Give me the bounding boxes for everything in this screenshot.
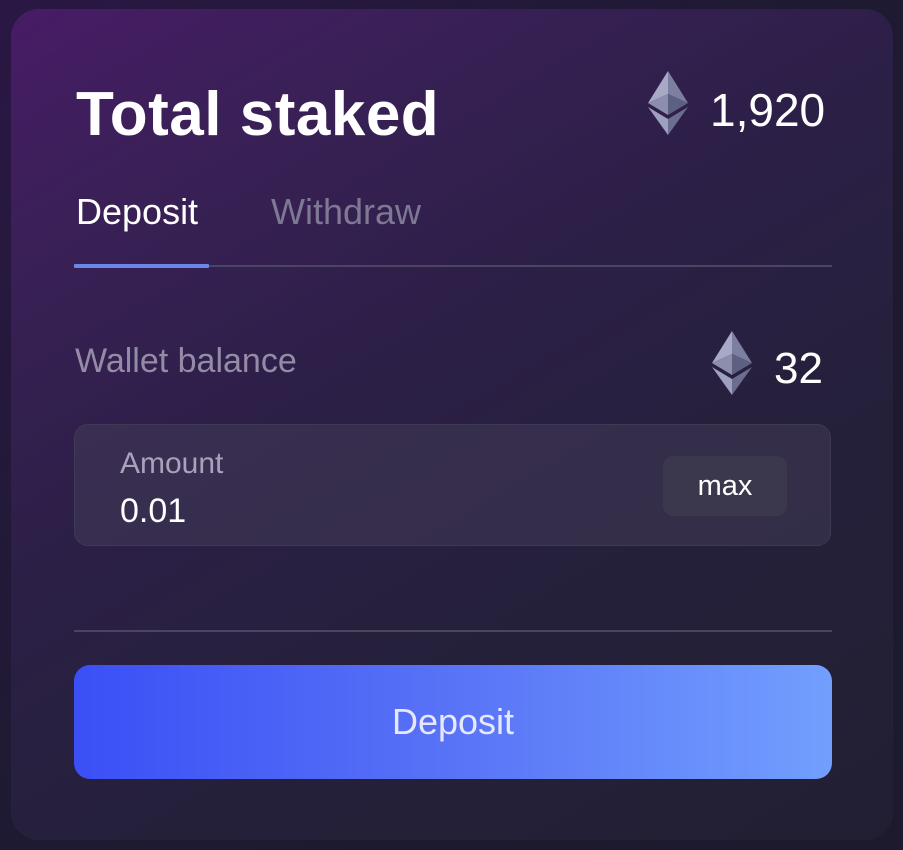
page-title: Total staked: [76, 80, 440, 149]
ethereum-icon: [648, 71, 688, 135]
total-staked-value: 1,920: [710, 84, 826, 136]
divider: [74, 630, 832, 632]
active-tab-indicator: [74, 264, 209, 268]
max-button[interactable]: max: [663, 456, 787, 516]
deposit-button[interactable]: Deposit: [74, 665, 832, 779]
amount-label: Amount: [120, 447, 224, 480]
page: Total staked 1,920 Deposit Withdraw Wall…: [0, 0, 903, 850]
wallet-balance-value: 32: [774, 344, 823, 393]
ethereum-icon: [712, 331, 752, 395]
tab-withdraw[interactable]: Withdraw: [271, 189, 421, 236]
amount-input[interactable]: 0.01: [120, 489, 186, 533]
tab-bar: Deposit Withdraw: [74, 189, 832, 269]
tab-deposit[interactable]: Deposit: [76, 189, 198, 236]
staking-card: Total staked 1,920 Deposit Withdraw Wall…: [11, 9, 893, 840]
amount-field[interactable]: Amount 0.01 max: [74, 424, 831, 546]
wallet-balance-label: Wallet balance: [75, 342, 297, 380]
